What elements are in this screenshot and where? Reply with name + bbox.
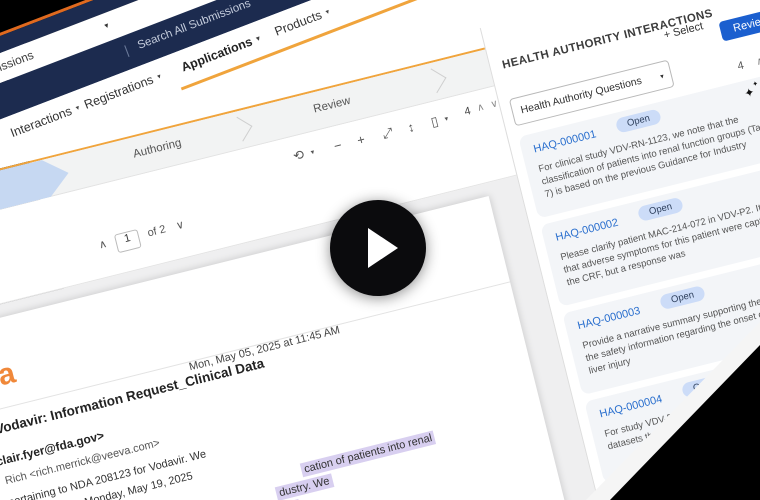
rotate-caret-icon[interactable]: ▾ (310, 148, 315, 157)
record-count: 4 (736, 60, 745, 73)
chevron-down-icon: ▾ (75, 105, 81, 113)
highlighted-text: dustry. We (275, 473, 334, 500)
status-badge: Open (659, 285, 707, 311)
chevron-down-icon: ▾ (255, 35, 261, 43)
review-button[interactable]: Review (718, 7, 760, 41)
annotation-prev-icon[interactable]: ∧ (476, 102, 486, 114)
email-subject: Vodavir: Information Request_Clinical Da… (0, 356, 266, 437)
annotation-count: 4 (463, 105, 472, 118)
highlighted-text: cation of patients into renal (300, 430, 437, 477)
zoom-in-icon[interactable]: + (356, 131, 367, 147)
chevron-separator-icon (422, 68, 447, 93)
fit-height-icon[interactable]: ↕ (406, 119, 416, 135)
panel-title: HEALTH AUTHORITY INTERACTIONS (501, 8, 714, 72)
page-down-icon[interactable]: ∨ (175, 219, 186, 233)
record-prev-icon[interactable]: ∧ (755, 56, 760, 68)
rotate-icon[interactable]: ⟲ (291, 147, 305, 165)
ai-sparkle-icon: ✦✦ (743, 85, 756, 101)
fit-page-icon[interactable]: ⤢ (381, 125, 395, 143)
page-navigator: ∧ 1 of 2 ∨ (97, 218, 187, 258)
divider: | (122, 42, 131, 57)
play-button[interactable] (330, 200, 426, 296)
chevron-separator-icon (228, 117, 253, 142)
play-icon (368, 228, 398, 268)
status-badge: Open (615, 108, 663, 134)
status-badge: Open (637, 197, 685, 223)
page-of-label: of 2 (146, 223, 167, 239)
page-view-caret-icon[interactable]: ▾ (444, 115, 449, 124)
page-view-icon[interactable]: ▯ (429, 113, 440, 130)
page-up-icon[interactable]: ∧ (98, 238, 109, 252)
chevron-down-icon: ▾ (325, 9, 331, 17)
chevron-down-icon: ▾ (659, 72, 664, 81)
video-frame: Questions (v0.1)Draft Authoring Review ⟲… (0, 0, 760, 500)
page-number-input[interactable]: 1 (114, 229, 142, 253)
chevron-down-icon: ▾ (103, 21, 110, 31)
veeva-logo: veeva (0, 357, 18, 409)
zoom-out-icon[interactable]: − (332, 137, 343, 153)
chevron-down-icon: ▾ (156, 73, 162, 81)
record-navigator: 4 ∧ ∨ (736, 50, 760, 73)
